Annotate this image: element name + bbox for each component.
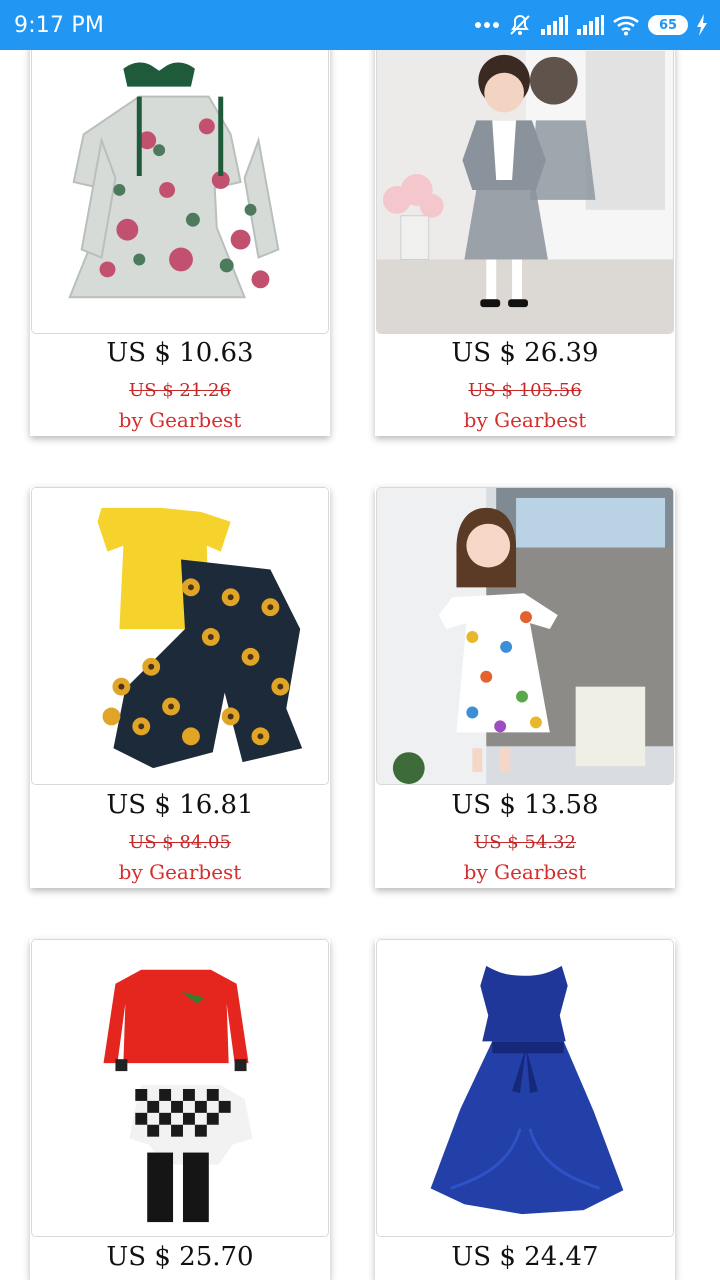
product-card[interactable]: US $ 10.63 US $ 21.26 by Gearbest [30,30,330,436]
battery-icon: 65 [648,15,688,35]
price: US $ 26.39 [451,338,599,368]
product-image-printed-dress[interactable] [376,487,674,785]
product-card[interactable]: US $ 24.47 [375,939,675,1280]
original-price: US $ 105.56 [468,380,582,401]
red-sweater-illustration [32,940,328,1236]
dots-icon [474,21,500,29]
product-card[interactable]: US $ 26.39 US $ 105.56 by Gearbest [375,30,675,436]
dnd-off-icon [508,13,532,37]
product-image-red-sweater-set[interactable] [31,939,329,1237]
product-card[interactable]: US $ 13.58 US $ 54.32 by Gearbest [375,487,675,888]
seller-label: by Gearbest [118,408,242,432]
uniform-photo-illustration [377,31,673,333]
product-image-floral-dress[interactable] [31,30,329,334]
price: US $ 24.47 [451,1242,599,1272]
original-price: US $ 21.26 [129,380,231,401]
price: US $ 16.81 [106,790,254,820]
price: US $ 25.70 [106,1242,254,1272]
product-image-navy-dress[interactable] [376,939,674,1237]
seller-label: by Gearbest [463,408,587,432]
signal-icon [576,15,604,35]
seller-label: by Gearbest [118,860,242,884]
price: US $ 10.63 [106,338,254,368]
status-icons: 65 [474,13,708,37]
sunflower-set-illustration [32,488,328,784]
status-time: 9:17 PM [14,12,105,38]
original-price: US $ 84.05 [129,832,231,853]
charging-icon [696,14,708,36]
product-grid: US $ 10.63 US $ 21.26 by Gearbest US $ 2… [0,0,720,1280]
floral-dress-illustration [32,31,328,333]
product-image-sunflower-set[interactable] [31,487,329,785]
battery-level: 65 [658,17,678,33]
battery-body: 65 [648,15,688,35]
status-bar: 9:17 PM 65 [0,0,720,50]
product-image-school-uniform[interactable] [376,30,674,334]
wifi-icon [612,14,640,36]
seller-label: by Gearbest [463,860,587,884]
product-card[interactable]: US $ 25.70 [30,939,330,1280]
printed-dress-illustration [377,488,673,784]
product-card[interactable]: US $ 16.81 US $ 84.05 by Gearbest [30,487,330,888]
price: US $ 13.58 [451,790,599,820]
navy-dress-illustration [377,940,673,1236]
original-price: US $ 54.32 [474,832,576,853]
signal-icon [540,15,568,35]
